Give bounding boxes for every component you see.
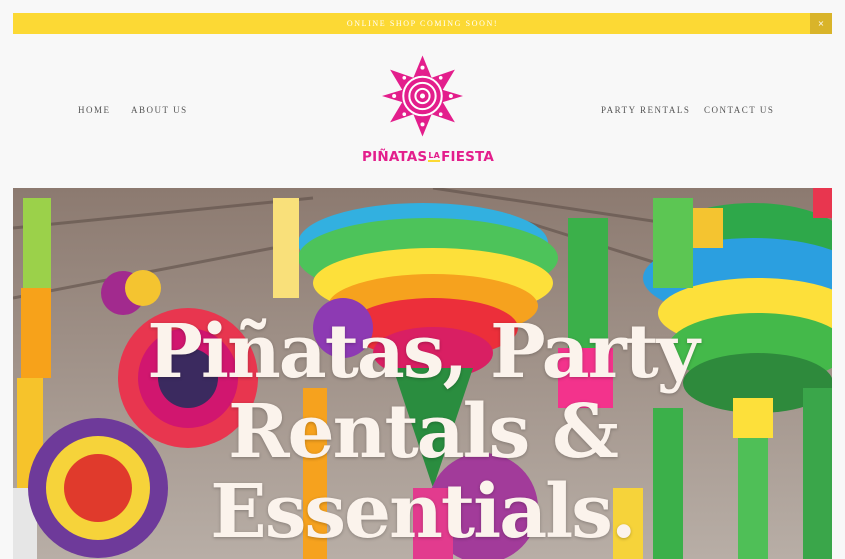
logo-wordmark: PIÑATASLAFIESTA <box>362 149 494 165</box>
announcement-text: ONLINE SHOP COMING SOON! <box>346 19 499 28</box>
logo-text-la: LA <box>428 151 441 162</box>
hero-title: Piñatas, Party Rentals & Essentials. <box>13 312 832 552</box>
nav-contact-link[interactable]: CONTACT US <box>704 105 774 115</box>
logo-text-left: PIÑATAS <box>362 149 428 165</box>
hero-title-line-1: Piñatas, Party <box>147 309 700 395</box>
nav-home-link[interactable]: HOME <box>78 105 111 115</box>
nav-party-rentals-link[interactable]: PARTY RENTALS <box>601 105 690 115</box>
nav-about-link[interactable]: ABOUT US <box>131 105 188 115</box>
close-announcement-button[interactable]: × <box>810 13 832 34</box>
logo-text-right: FIESTA <box>441 149 495 165</box>
site-logo[interactable]: PIÑATASLAFIESTA <box>362 55 494 170</box>
hero-banner: Piñatas, Party Rentals & Essentials. <box>13 188 832 559</box>
announcement-bar: ONLINE SHOP COMING SOON! × <box>13 13 832 34</box>
hero-title-line-3: Essentials. <box>210 469 636 555</box>
hero-title-line-2: Rentals & <box>228 389 619 475</box>
star-pinata-icon <box>382 55 463 137</box>
